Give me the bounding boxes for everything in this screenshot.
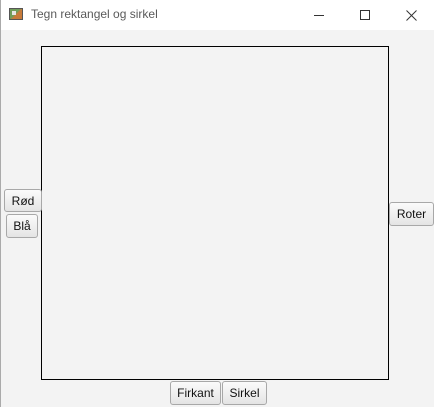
rotate-button[interactable]: Roter [389, 202, 434, 226]
minimize-button[interactable] [296, 0, 342, 30]
red-button[interactable]: Rød [4, 189, 42, 212]
minimize-icon [314, 14, 324, 16]
app-window: Tegn rektangel og sirkel Rød Blå Roter F… [0, 0, 434, 407]
window-title: Tegn rektangel og sirkel [31, 7, 158, 21]
blue-button[interactable]: Blå [6, 214, 38, 238]
close-button[interactable] [388, 0, 434, 30]
drawing-canvas[interactable] [41, 46, 389, 380]
app-icon [9, 8, 23, 20]
title-bar[interactable]: Tegn rektangel og sirkel [1, 0, 434, 30]
maximize-button[interactable] [342, 0, 388, 30]
square-button[interactable]: Firkant [170, 381, 221, 405]
circle-button[interactable]: Sirkel [222, 381, 267, 405]
maximize-icon [360, 10, 370, 20]
close-icon [405, 9, 417, 21]
